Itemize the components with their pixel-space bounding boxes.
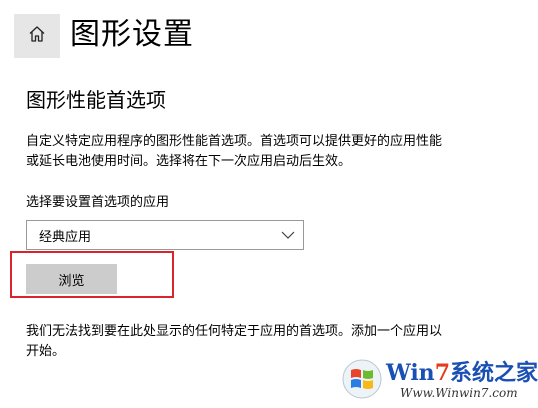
page-title: 图形设置: [70, 17, 194, 52]
section-title: 图形性能首选项: [26, 88, 166, 112]
section-description: 自定义特定应用程序的图形性能首选项。首选项可以提供更好的应用性能 或延长电池使用…: [26, 132, 521, 172]
app-type-dropdown[interactable]: 经典应用: [26, 220, 304, 250]
watermark-brand: Win7系统之家: [386, 355, 538, 387]
home-icon: [27, 24, 47, 48]
chevron-down-icon: [281, 231, 295, 239]
description-line-1: 自定义特定应用程序的图形性能首选项。首选项可以提供更好的应用性能: [26, 134, 443, 149]
watermark-brand-win: Win: [386, 360, 435, 386]
app-select-label: 选择要设置首选项的应用: [26, 195, 170, 210]
description-line-2: 或延长电池使用时间。选择将在下一次应用启动后生效。: [26, 154, 352, 169]
watermark-url: Www.Winwin7.com: [400, 386, 518, 400]
browse-button[interactable]: 浏览: [26, 264, 117, 294]
watermark: Win7系统之家 Www.Winwin7.com: [338, 352, 538, 408]
watermark-brand-cn: 系统之家: [450, 360, 538, 386]
windows-logo-icon: [342, 358, 382, 404]
app-type-selected-value: 经典应用: [39, 229, 92, 245]
watermark-brand-7: 7: [434, 360, 450, 386]
notice-line-1: 我们无法找到要在此处显示的任何特定于应用的首选项。添加一个应用以: [26, 324, 443, 339]
home-button[interactable]: [14, 14, 60, 58]
